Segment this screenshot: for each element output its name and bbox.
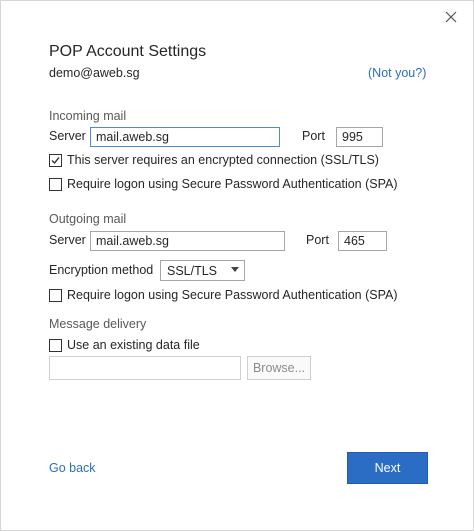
existing-data-file-checkbox-row[interactable]: Use an existing data file: [49, 338, 249, 354]
existing-data-file-checkbox[interactable]: [49, 339, 62, 352]
dialog-title: POP Account Settings: [49, 43, 207, 60]
outgoing-spa-checkbox-label: Require logon using Secure Password Auth…: [67, 288, 398, 302]
incoming-server-input[interactable]: mail.aweb.sg: [90, 127, 280, 147]
incoming-server-label: Server: [49, 129, 86, 143]
encryption-method-value: SSL/TLS: [167, 264, 218, 278]
existing-data-file-label: Use an existing data file: [67, 338, 200, 352]
incoming-port-input[interactable]: 995: [336, 127, 383, 147]
go-back-link[interactable]: Go back: [49, 461, 96, 475]
chevron-down-icon: [231, 267, 239, 272]
ssl-checkbox-label: This server requires an encrypted connec…: [67, 153, 379, 167]
checkmark-icon: [51, 157, 60, 165]
encryption-method-label: Encryption method: [49, 263, 154, 277]
dialog-window: POP Account Settings demo@aweb.sg (Not y…: [0, 0, 474, 531]
incoming-mail-heading: Incoming mail: [49, 109, 127, 123]
not-you-link[interactable]: (Not you?): [368, 66, 426, 80]
outgoing-server-input[interactable]: mail.aweb.sg: [90, 231, 285, 251]
outgoing-spa-checkbox-row[interactable]: Require logon using Secure Password Auth…: [49, 288, 398, 304]
ssl-checkbox[interactable]: [49, 154, 62, 167]
account-email: demo@aweb.sg: [49, 66, 140, 80]
outgoing-mail-heading: Outgoing mail: [49, 212, 127, 226]
encryption-method-select[interactable]: SSL/TLS: [160, 260, 245, 281]
close-button[interactable]: [441, 7, 461, 27]
ssl-checkbox-row[interactable]: This server requires an encrypted connec…: [49, 153, 379, 169]
incoming-spa-checkbox-row[interactable]: Require logon using Secure Password Auth…: [49, 177, 398, 193]
outgoing-port-input[interactable]: 465: [338, 231, 387, 251]
message-delivery-heading: Message delivery: [49, 317, 147, 331]
incoming-spa-checkbox[interactable]: [49, 178, 62, 191]
browse-button[interactable]: Browse...: [247, 356, 311, 380]
incoming-port-label: Port: [302, 129, 325, 143]
outgoing-port-label: Port: [306, 233, 329, 247]
next-button[interactable]: Next: [347, 452, 428, 484]
outgoing-server-label: Server: [49, 233, 86, 247]
outgoing-spa-checkbox[interactable]: [49, 289, 62, 302]
close-icon: [445, 11, 457, 23]
incoming-spa-checkbox-label: Require logon using Secure Password Auth…: [67, 177, 398, 191]
data-file-path-input[interactable]: [49, 356, 241, 380]
